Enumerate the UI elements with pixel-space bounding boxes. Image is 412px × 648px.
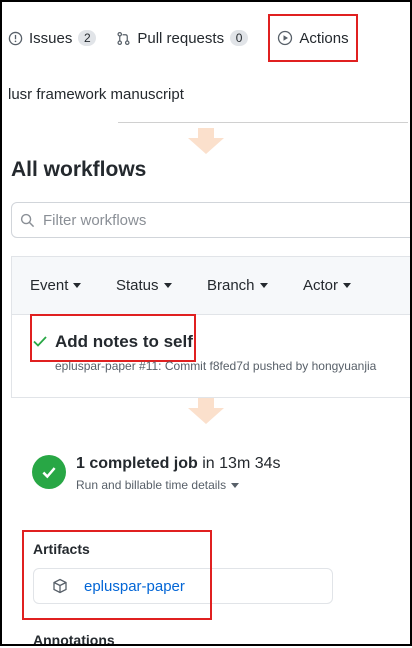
divider — [118, 122, 408, 123]
tab-issues[interactable]: Issues 2 — [8, 29, 97, 47]
chevron-down-icon — [73, 283, 82, 288]
tab-issues-label: Issues — [29, 29, 73, 47]
filter-workflows-input[interactable]: Filter workflows — [11, 202, 412, 238]
completed-job-count: 1 completed job — [76, 455, 198, 472]
event-filter-label: Event — [30, 277, 69, 294]
highlight-box — [30, 314, 196, 362]
event-filter-dropdown[interactable]: Event — [30, 277, 82, 294]
chevron-down-icon — [343, 283, 352, 288]
billable-details-label: Run and billable time details — [76, 478, 227, 492]
job-duration: in 13m 34s — [202, 455, 281, 472]
actor-filter-label: Actor — [303, 277, 339, 294]
down-arrow-icon — [188, 398, 224, 424]
chevron-down-icon — [231, 482, 240, 488]
actor-filter-dropdown[interactable]: Actor — [303, 277, 352, 294]
billable-details-link[interactable]: Run and billable time details — [76, 478, 240, 492]
status-filter-label: Status — [116, 277, 159, 294]
highlight-box — [22, 530, 212, 620]
pull-requests-count-badge: 0 — [230, 30, 249, 46]
tab-actions-label: Actions — [299, 29, 349, 47]
tab-actions[interactable]: Actions — [268, 14, 358, 62]
chevron-down-icon — [259, 283, 268, 288]
workflow-run-meta: epluspar-paper #11: Commit f8fed7d pushe… — [55, 359, 377, 373]
job-summary: 1 completed job in 13m 34s — [76, 455, 281, 473]
issue-icon — [8, 31, 23, 45]
issues-count-badge: 2 — [78, 30, 97, 46]
filter-workflows-placeholder: Filter workflows — [43, 211, 147, 229]
branch-filter-dropdown[interactable]: Branch — [207, 277, 268, 294]
chevron-down-icon — [163, 283, 172, 288]
repo-tab-nav: Issues 2 Pull requests 0 — [8, 18, 249, 58]
tab-pull-requests[interactable]: Pull requests 0 — [116, 29, 249, 47]
workflow-filter-bar: Event Status Branch Actor — [11, 256, 412, 314]
success-check-icon — [32, 455, 66, 489]
branch-filter-label: Branch — [207, 277, 255, 294]
pull-request-icon — [117, 31, 130, 45]
status-filter-dropdown[interactable]: Status — [116, 277, 172, 294]
search-icon — [20, 213, 35, 227]
page-title: All workflows — [11, 158, 147, 181]
repo-description: lusr framework manuscript — [8, 86, 184, 103]
tab-pull-requests-label: Pull requests — [137, 29, 225, 47]
down-arrow-icon — [188, 128, 224, 154]
play-circle-icon — [278, 30, 293, 46]
